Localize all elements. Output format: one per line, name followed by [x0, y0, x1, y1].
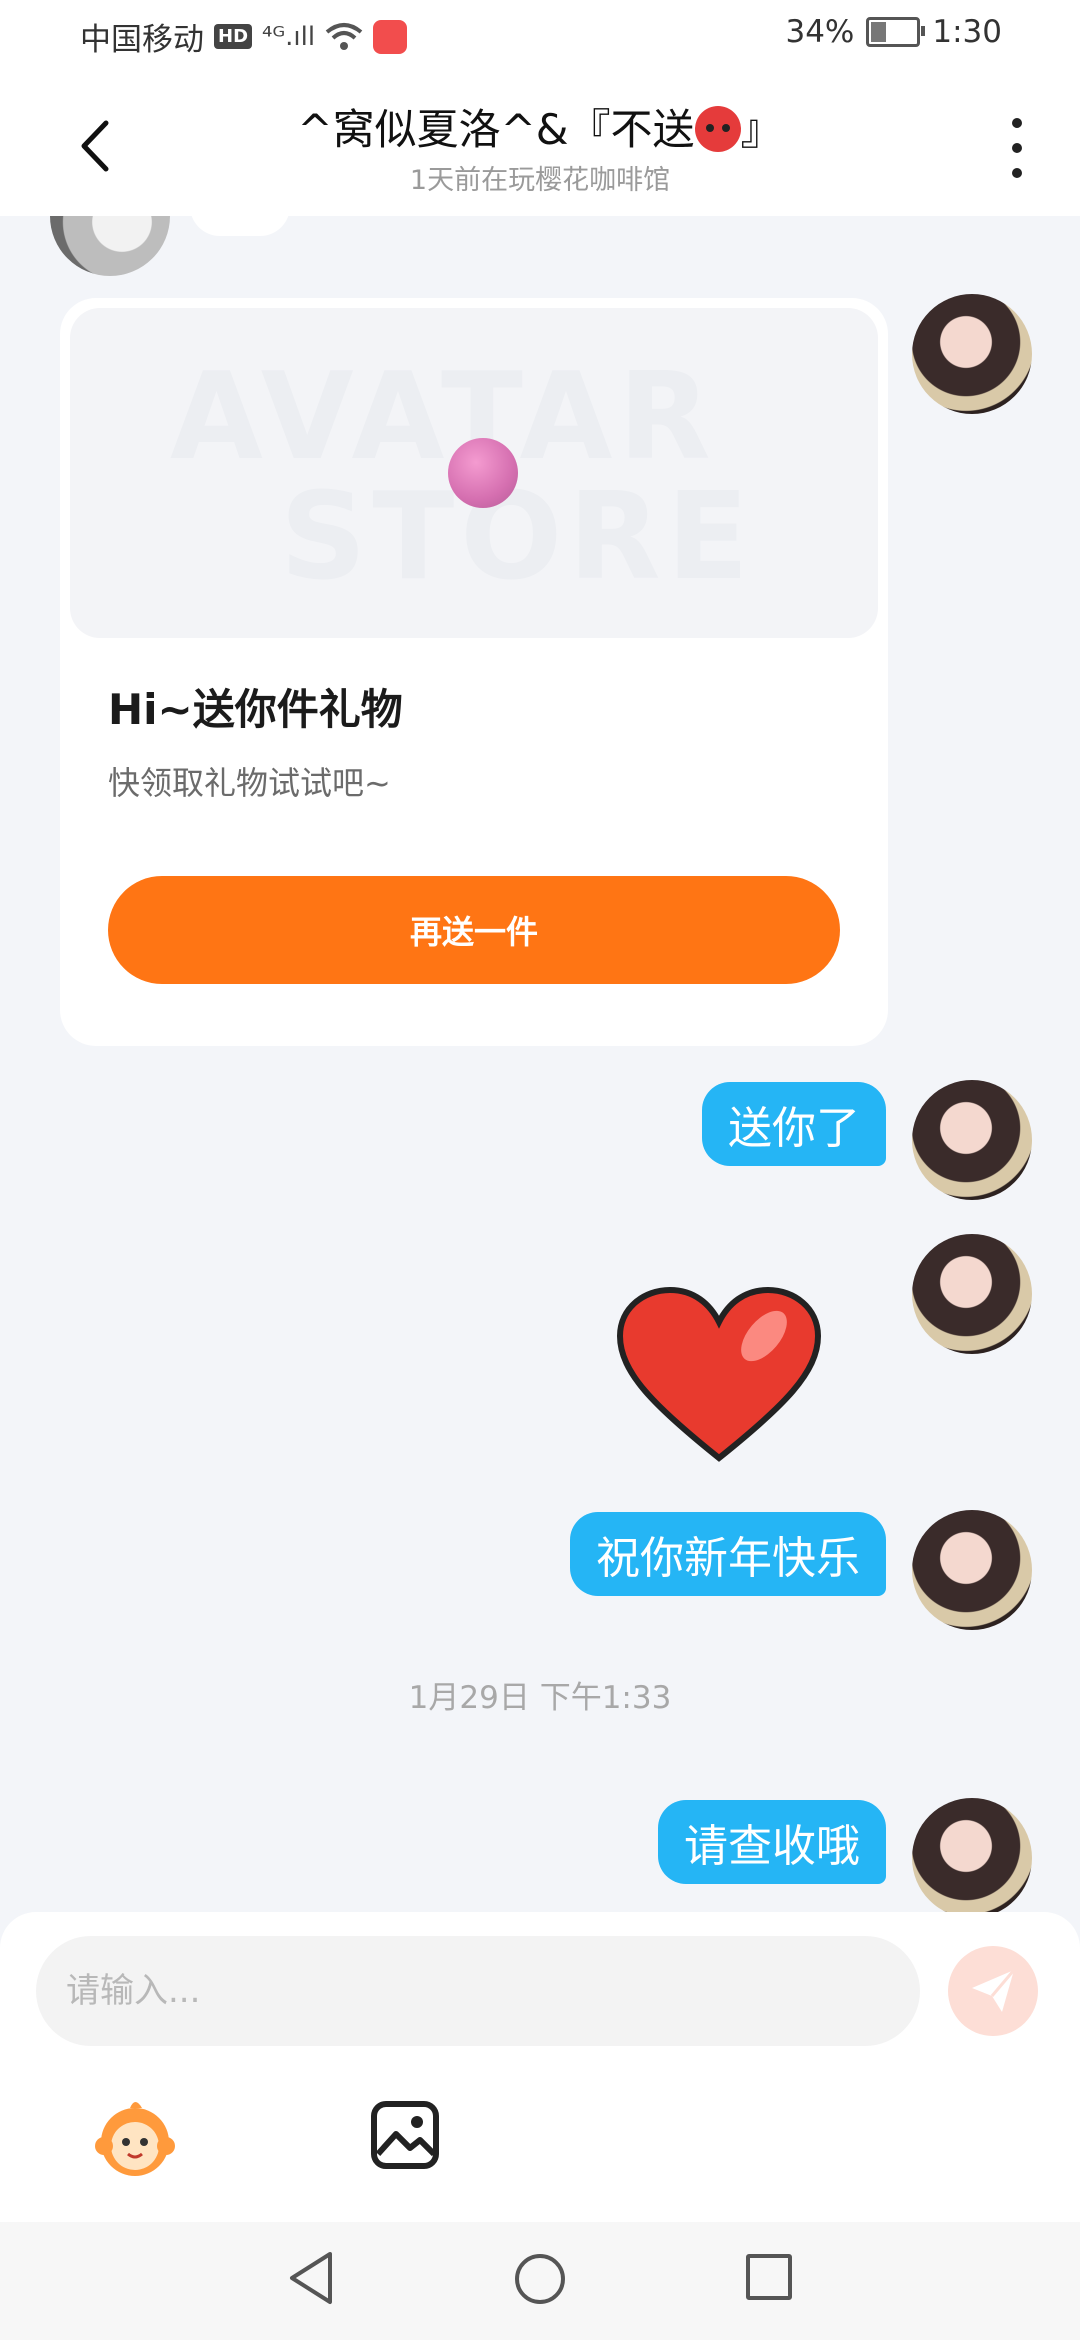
nav-home-icon[interactable]	[515, 2254, 565, 2304]
send-another-gift-button[interactable]: 再送一件	[108, 876, 840, 984]
message-bubble[interactable]: 送你了	[702, 1082, 886, 1166]
signal-icon: ⁴ᴳ.ıll	[262, 21, 316, 52]
avatar-self[interactable]	[912, 1510, 1032, 1630]
dot-icon	[1012, 118, 1022, 128]
chat-subtitle: 1天前在玩樱花咖啡馆	[409, 165, 671, 196]
avatar-self[interactable]	[912, 1234, 1032, 1354]
status-right: 34% 1:30	[785, 14, 1002, 50]
send-button[interactable]	[948, 1946, 1038, 2036]
avatar-self[interactable]	[912, 1798, 1032, 1916]
app-store-icon	[373, 19, 408, 54]
gift-item-icon	[448, 438, 518, 508]
message-input[interactable]	[36, 1936, 920, 2046]
watermark-text: STORE	[280, 468, 755, 607]
carrier-name: 中国移动	[80, 22, 204, 58]
battery-fill	[871, 22, 887, 42]
gift-title: Hi~送你件礼物	[108, 685, 403, 734]
paper-plane-icon	[972, 1969, 1016, 2012]
message-timestamp: 1月29日 下午1:33	[408, 1680, 672, 1716]
input-panel	[0, 1912, 1080, 2222]
avatar-other-user[interactable]	[50, 216, 170, 276]
message-bubble[interactable]: 请查收哦	[658, 1800, 886, 1884]
status-bar: 中国移动 HD ⁴ᴳ.ıll 34% 1:30	[0, 0, 1080, 74]
chat-title: ^窝似夏洛^&『不送』	[0, 96, 1080, 157]
more-options-button[interactable]	[1002, 118, 1032, 178]
battery-icon	[866, 17, 926, 47]
system-navigation-bar	[0, 2222, 1080, 2340]
nav-back-icon[interactable]	[286, 2250, 336, 2306]
clock: 1:30	[932, 14, 1002, 50]
avatar-self[interactable]	[912, 294, 1032, 414]
wifi-icon	[325, 22, 363, 50]
dot-icon	[1012, 168, 1022, 178]
message-bubble[interactable]: 祝你新年快乐	[570, 1512, 886, 1596]
gift-card[interactable]: AVATAR STORE Hi~送你件礼物 快领取礼物试试吧~ 再送一件	[60, 298, 888, 1046]
image-picker-icon[interactable]	[370, 2100, 440, 2170]
watermark-text: AVATAR	[170, 348, 717, 487]
gift-description: 快领取礼物试试吧~	[108, 764, 391, 802]
chat-header: ^窝似夏洛^&『不送』 1天前在玩樱花咖啡馆	[0, 74, 1080, 216]
dot-icon	[1012, 143, 1022, 153]
gift-image: AVATAR STORE	[70, 308, 878, 638]
chat-title-suffix: 』	[740, 105, 783, 154]
message-text: 送你了	[728, 1103, 860, 1154]
emoji-sticker-icon[interactable]	[90, 2094, 180, 2184]
status-left: 中国移动 HD ⁴ᴳ.ıll	[80, 14, 408, 59]
message-text: 请查收哦	[684, 1821, 860, 1872]
angry-face-emoji-icon	[694, 106, 741, 152]
avatar-self[interactable]	[912, 1080, 1032, 1200]
hd-badge: HD	[214, 24, 253, 49]
battery-percent: 34%	[785, 14, 855, 50]
heart-sticker-icon[interactable]	[614, 1286, 824, 1466]
chat-area[interactable]: AVATAR STORE Hi~送你件礼物 快领取礼物试试吧~ 再送一件 送你了…	[0, 216, 1080, 1916]
chat-title-text: ^窝似夏洛^&『不送	[297, 105, 695, 154]
previous-message-bubble	[190, 216, 290, 236]
nav-recents-icon[interactable]	[746, 2254, 792, 2300]
message-text: 祝你新年快乐	[596, 1533, 860, 1584]
